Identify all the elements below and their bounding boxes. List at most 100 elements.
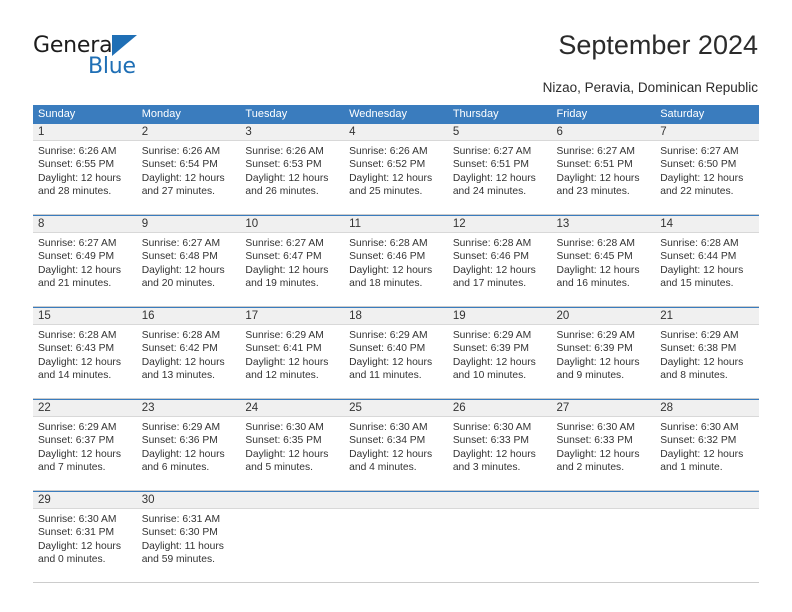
sunrise-text: Sunrise: 6:28 AM bbox=[141, 330, 221, 341]
calendar-day-cell[interactable]: 20 Sunrise: 6:29 AM Sunset: 6:39 PM Dayligh… bbox=[551, 308, 656, 398]
page-title: September 2024 bbox=[558, 30, 758, 60]
calendar-week-cells: 15 Sunrise: 6:28 AM Sunset: 6:43 PM Dayligh… bbox=[33, 308, 759, 398]
calendar-day-cell[interactable]: 16 Sunrise: 6:28 AM Sunset: 6:42 PM Dayligh… bbox=[136, 308, 241, 398]
day-detail-lines bbox=[655, 509, 759, 513]
sunrise-text: Sunrise: 6:29 AM bbox=[556, 330, 635, 341]
sunrise-text: Sunrise: 6:27 AM bbox=[660, 146, 739, 157]
calendar-day-cell[interactable]: 13 Sunrise: 6:28 AM Sunset: 6:45 PM Dayligh… bbox=[551, 216, 656, 306]
daylight-text: Daylight: 12 hours bbox=[349, 356, 433, 368]
calendar-day-cell[interactable]: 19 Sunrise: 6:29 AM Sunset: 6:39 PM Dayligh… bbox=[447, 308, 552, 398]
calendar-day-cell[interactable]: 26 Sunrise: 6:30 AM Sunset: 6:33 PM Dayligh… bbox=[447, 400, 552, 490]
calendar-day-cell[interactable]: 18 Sunrise: 6:29 AM Sunset: 6:40 PM Dayligh… bbox=[344, 308, 448, 398]
sunrise-text: Sunrise: 6:31 AM bbox=[141, 514, 221, 525]
page-header: General Blue September 2024 Nizao, Perav… bbox=[0, 0, 792, 100]
day-number: 5 bbox=[452, 126, 460, 138]
daylight-text: and 6 minutes. bbox=[141, 462, 210, 474]
general-blue-logo[interactable]: General Blue bbox=[33, 33, 213, 81]
sunset-text: Sunset: 6:36 PM bbox=[141, 435, 218, 447]
calendar-day-cell[interactable]: 1 Sunrise: 6:26 AM Sunset: 6:55 PM Daylight… bbox=[33, 124, 137, 214]
calendar-day-cell[interactable]: 5 Sunrise: 6:27 AM Sunset: 6:51 PM Daylight… bbox=[447, 124, 552, 214]
calendar-day-cell[interactable]: 24 Sunrise: 6:30 AM Sunset: 6:35 PM Dayligh… bbox=[240, 400, 345, 490]
calendar-day-cell[interactable]: 17 Sunrise: 6:29 AM Sunset: 6:41 PM Dayligh… bbox=[240, 308, 345, 398]
day-detail-lines: Sunrise: 6:30 AM Sunset: 6:32 PM Daylight:… bbox=[655, 417, 759, 475]
sunrise-text: Sunrise: 6:28 AM bbox=[38, 330, 117, 341]
daylight-text: Daylight: 12 hours bbox=[452, 264, 536, 276]
calendar-day-cell[interactable]: 10 Sunrise: 6:27 AM Sunset: 6:47 PM Dayligh… bbox=[240, 216, 345, 306]
daylight-text: and 21 minutes. bbox=[38, 278, 112, 290]
day-number-band: 6 bbox=[551, 124, 656, 141]
daylight-text: Daylight: 12 hours bbox=[660, 448, 744, 460]
calendar-day-cell[interactable]: 22 Sunrise: 6:29 AM Sunset: 6:37 PM Dayligh… bbox=[33, 400, 137, 490]
day-number: 19 bbox=[452, 310, 466, 322]
day-number: 29 bbox=[38, 494, 51, 506]
day-number: 2 bbox=[141, 126, 149, 138]
calendar-day-cell[interactable]: 11 Sunrise: 6:28 AM Sunset: 6:46 PM Dayligh… bbox=[344, 216, 448, 306]
day-detail-lines: Sunrise: 6:28 AM Sunset: 6:43 PM Daylight:… bbox=[33, 325, 137, 383]
day-detail-lines: Sunrise: 6:29 AM Sunset: 6:38 PM Daylight:… bbox=[655, 325, 759, 383]
calendar-day-cell[interactable]: 28 Sunrise: 6:30 AM Sunset: 6:32 PM Dayligh… bbox=[655, 400, 759, 490]
calendar-day-cell[interactable]: 9 Sunrise: 6:27 AM Sunset: 6:48 PM Daylight… bbox=[136, 216, 241, 306]
calendar-week-row: 22 Sunrise: 6:29 AM Sunset: 6:37 PM Dayligh… bbox=[33, 399, 759, 491]
daylight-text: and 9 minutes. bbox=[556, 370, 625, 382]
day-number: 3 bbox=[245, 126, 252, 138]
daylight-text: and 22 minutes. bbox=[660, 186, 734, 198]
calendar-day-cell[interactable]: 7 Sunrise: 6:27 AM Sunset: 6:50 PM Daylight… bbox=[655, 124, 759, 214]
day-number-band: 16 bbox=[136, 308, 241, 325]
calendar-week-row: 1 Sunrise: 6:26 AM Sunset: 6:55 PM Daylight… bbox=[33, 124, 759, 215]
day-detail-lines: Sunrise: 6:30 AM Sunset: 6:34 PM Daylight:… bbox=[344, 417, 448, 475]
sunrise-text: Sunrise: 6:30 AM bbox=[556, 422, 635, 433]
daylight-text: Daylight: 12 hours bbox=[141, 172, 225, 184]
day-number: 9 bbox=[141, 218, 149, 230]
day-detail-lines: Sunrise: 6:29 AM Sunset: 6:39 PM Daylight:… bbox=[552, 325, 656, 383]
calendar-day-cell[interactable]: 14 Sunrise: 6:28 AM Sunset: 6:44 PM Dayligh… bbox=[655, 216, 759, 306]
day-number-band: 2 bbox=[136, 124, 241, 141]
sunrise-text: Sunrise: 6:28 AM bbox=[660, 238, 739, 249]
calendar-day-cell[interactable]: 3 Sunrise: 6:26 AM Sunset: 6:53 PM Daylight… bbox=[240, 124, 345, 214]
calendar-day-cell[interactable]: 4 Sunrise: 6:26 AM Sunset: 6:52 PM Daylight… bbox=[344, 124, 448, 214]
calendar-day-cell[interactable]: 30 Sunrise: 6:31 AM Sunset: 6:30 PM Dayligh… bbox=[136, 492, 241, 582]
calendar-day-cell[interactable]: 15 Sunrise: 6:28 AM Sunset: 6:43 PM Dayligh… bbox=[33, 308, 137, 398]
sunset-text: Sunset: 6:38 PM bbox=[660, 343, 737, 355]
calendar-day-cell[interactable]: 8 Sunrise: 6:27 AM Sunset: 6:49 PM Daylight… bbox=[33, 216, 137, 306]
day-detail-lines bbox=[344, 509, 448, 513]
calendar-day-cell[interactable]: 2 Sunrise: 6:26 AM Sunset: 6:54 PM Daylight… bbox=[136, 124, 241, 214]
day-number: 30 bbox=[141, 494, 155, 506]
day-detail-lines bbox=[240, 509, 344, 513]
day-number-band: 8 bbox=[33, 216, 137, 233]
calendar-day-cell[interactable]: 12 Sunrise: 6:28 AM Sunset: 6:46 PM Dayligh… bbox=[447, 216, 552, 306]
day-number: 7 bbox=[660, 126, 667, 138]
calendar-day-cell-empty bbox=[344, 492, 448, 582]
weekday-header-sunday: Sunday bbox=[38, 108, 76, 120]
sunrise-text: Sunrise: 6:30 AM bbox=[452, 422, 532, 433]
calendar-day-cell[interactable]: 6 Sunrise: 6:27 AM Sunset: 6:51 PM Daylight… bbox=[551, 124, 656, 214]
calendar-day-cell[interactable]: 25 Sunrise: 6:30 AM Sunset: 6:34 PM Dayligh… bbox=[344, 400, 448, 490]
logo-text-blue: Blue bbox=[88, 54, 136, 79]
calendar-day-cell[interactable]: 29 Sunrise: 6:30 AM Sunset: 6:31 PM Dayligh… bbox=[33, 492, 137, 582]
page-subtitle-location: Nizao, Peravia, Dominican Republic bbox=[542, 80, 758, 95]
day-number-band: 23 bbox=[136, 400, 241, 417]
weekday-header-friday: Friday bbox=[556, 108, 588, 120]
day-number: 18 bbox=[349, 310, 362, 322]
sunrise-text: Sunrise: 6:27 AM bbox=[556, 146, 635, 157]
daylight-text: Daylight: 12 hours bbox=[556, 172, 640, 184]
day-number: 6 bbox=[556, 126, 563, 138]
sunset-text: Sunset: 6:32 PM bbox=[660, 435, 737, 447]
day-detail-lines: Sunrise: 6:27 AM Sunset: 6:50 PM Daylight:… bbox=[655, 141, 759, 199]
daylight-text: and 19 minutes. bbox=[245, 278, 319, 290]
daylight-text: and 18 minutes. bbox=[349, 278, 423, 290]
daylight-text: and 27 minutes. bbox=[141, 186, 215, 198]
daylight-text: and 23 minutes. bbox=[556, 186, 630, 198]
day-number: 23 bbox=[141, 402, 155, 414]
calendar-day-cell[interactable]: 27 Sunrise: 6:30 AM Sunset: 6:33 PM Dayligh… bbox=[551, 400, 656, 490]
weekday-header-saturday: Saturday bbox=[660, 108, 705, 120]
calendar-day-cell[interactable]: 23 Sunrise: 6:29 AM Sunset: 6:36 PM Dayligh… bbox=[136, 400, 241, 490]
calendar-day-cell[interactable]: 21 Sunrise: 6:29 AM Sunset: 6:38 PM Dayligh… bbox=[655, 308, 759, 398]
day-number: 22 bbox=[38, 402, 51, 414]
day-number-band: 4 bbox=[344, 124, 448, 141]
daylight-text: Daylight: 12 hours bbox=[245, 356, 329, 368]
weekday-header-row: Sunday Monday Tuesday Wednesday Thursday… bbox=[33, 105, 759, 124]
sunrise-text: Sunrise: 6:26 AM bbox=[245, 146, 324, 157]
day-number-band bbox=[551, 492, 656, 509]
sunset-text: Sunset: 6:31 PM bbox=[38, 527, 115, 539]
day-detail-lines: Sunrise: 6:28 AM Sunset: 6:46 PM Daylight:… bbox=[344, 233, 448, 291]
